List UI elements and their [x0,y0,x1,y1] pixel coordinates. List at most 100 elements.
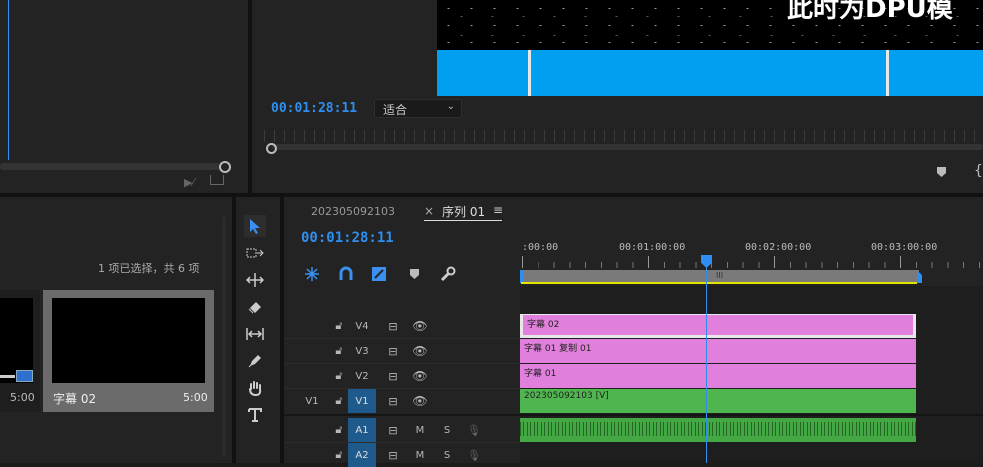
track-select-icon[interactable] [244,242,266,264]
add-marker-icon[interactable] [937,167,946,177]
active-tab-underline [424,220,502,221]
project-panel: 1 项已选择，共 6 项 5:00 字幕 02 5:00 [0,197,232,463]
nest-icon[interactable] [304,266,320,285]
lock-icon[interactable]: 🔓︎ [332,364,346,388]
row-divider [284,338,520,339]
program-ruler[interactable] [264,130,983,142]
fit-label: 适合 [383,103,408,117]
track-label[interactable]: V1 [348,389,376,413]
clip-a1[interactable] [520,418,916,442]
pen-icon[interactable] [244,350,266,372]
export-frame-icon[interactable]: ▶⁄ [184,176,194,189]
export-icon[interactable] [210,175,224,185]
ripple-icon[interactable] [244,269,266,291]
solo-button[interactable]: S [441,418,453,442]
selection-status: 1 项已选择，共 6 项 [98,262,200,275]
timeline-timecode[interactable]: 00:01:28:11 [301,230,394,246]
solo-button[interactable]: S [441,443,453,467]
mute-button[interactable]: M [414,443,426,467]
audio-waveform [520,422,916,436]
clip-v4[interactable]: 字幕 02 [520,314,916,338]
source-scrollbar[interactable] [0,163,220,170]
mark-in-icon[interactable]: { [974,163,983,179]
playhead-line [706,266,707,463]
thumbnail [52,298,205,383]
tab-sequence-source[interactable]: 202305092103 [311,205,395,218]
clip-v2[interactable]: 字幕 01 [520,364,916,388]
sync-lock-icon[interactable]: ⊟ [386,364,400,388]
row-divider [284,363,520,364]
ruler-major-ticks [522,256,983,268]
fit-dropdown[interactable]: 适合 ⌄ [374,99,462,118]
eye-icon[interactable]: 👁︎ [412,364,428,388]
item-duration: 5:00 [10,391,35,404]
bar-line-1 [528,50,531,96]
lock-icon[interactable]: 🔓︎ [332,314,346,338]
track-label[interactable]: A1 [348,418,376,442]
progress-bar [0,375,15,378]
razor-icon[interactable] [244,296,266,318]
track-label[interactable]: V2 [351,364,373,388]
project-item-1[interactable]: 5:00 [0,290,40,412]
track-header-v3: 🔓︎ V3 ⊟ 👁︎ [284,339,520,363]
source-playhead-line [8,0,9,160]
menu-icon[interactable]: ≡ [493,203,503,217]
source-zoom-handle[interactable] [219,161,231,173]
close-icon[interactable]: × [424,204,434,218]
program-zoom-handle[interactable] [266,143,277,154]
ruler-label-2: 00:02:00:00 [745,242,812,253]
clip-v1[interactable]: 202305092103 [V] [520,389,916,413]
mute-button[interactable]: M [414,418,426,442]
snap-icon[interactable] [338,266,354,285]
ruler-label-0: :00:00 [522,242,559,253]
item-duration: 5:00 [183,391,208,404]
track-label[interactable]: A2 [348,443,376,467]
track-header-v2: 🔓︎ V2 ⊟ 👁︎ [284,364,520,388]
source-patch-label[interactable]: V1 [302,389,322,413]
sync-lock-icon[interactable]: ⊟ [386,314,400,338]
video-blue-bar [437,50,983,96]
project-item-2[interactable]: 字幕 02 5:00 [43,290,214,412]
video-overlay-text: 此时为DPU模 [787,0,953,24]
project-scrollbar[interactable] [222,217,226,457]
render-bar [521,282,917,284]
sync-lock-icon[interactable]: ⊟ [386,443,400,467]
sync-lock-icon[interactable]: ⊟ [386,339,400,363]
lock-icon[interactable]: 🔓︎ [332,389,346,413]
item-name: 字幕 02 [53,392,97,406]
track-header-v1: V1 🔓︎ V1 ⊟ 👁︎ [284,389,520,413]
program-timecode[interactable]: 00:01:28:11 [271,101,357,116]
sync-lock-icon[interactable]: ⊟ [386,418,400,442]
ruler-label-3: 00:03:00:00 [871,242,938,253]
ruler-label-1: 00:01:00:00 [619,242,686,253]
microphone-icon[interactable]: 🎙︎ [467,443,481,467]
clip-v3[interactable]: 字幕 01 复制 01 [520,339,916,363]
sync-lock-icon[interactable]: ⊟ [386,389,400,413]
lock-icon[interactable]: 🔓︎ [332,418,346,442]
slip-icon[interactable] [244,323,266,345]
track-header-a1: 🔓︎ A1 ⊟ M S 🎙︎ [284,418,520,442]
eye-icon[interactable]: 👁︎ [412,389,428,413]
work-area-grip[interactable]: III [716,271,723,280]
type-icon[interactable] [244,404,266,426]
program-monitor: 此时为DPU模 00:01:28:11 适合 ⌄ { [252,0,983,193]
video-audio-divider [284,414,983,416]
eye-icon[interactable]: 👁︎ [412,314,428,338]
track-label[interactable]: V4 [351,314,373,338]
wrench-icon[interactable] [440,266,456,285]
row-divider [284,388,520,389]
source-monitor: ▶⁄ [0,0,248,193]
track-label[interactable]: V3 [351,339,373,363]
program-scrollbar[interactable] [272,144,983,150]
chevron-down-icon: ⌄ [446,101,455,112]
tab-sequence-01[interactable]: 序列 01 [442,203,485,220]
hand-icon[interactable] [244,377,266,399]
eye-icon[interactable]: 👁︎ [412,339,428,363]
selection-tool-icon[interactable] [244,215,266,237]
lock-icon[interactable]: 🔓︎ [332,443,346,467]
lock-icon[interactable]: 🔓︎ [332,339,346,363]
video-frame: 此时为DPU模 [437,0,983,96]
linked-selection-icon[interactable] [371,266,387,285]
sequence-icon [16,370,33,382]
microphone-icon[interactable]: 🎙︎ [467,418,481,442]
